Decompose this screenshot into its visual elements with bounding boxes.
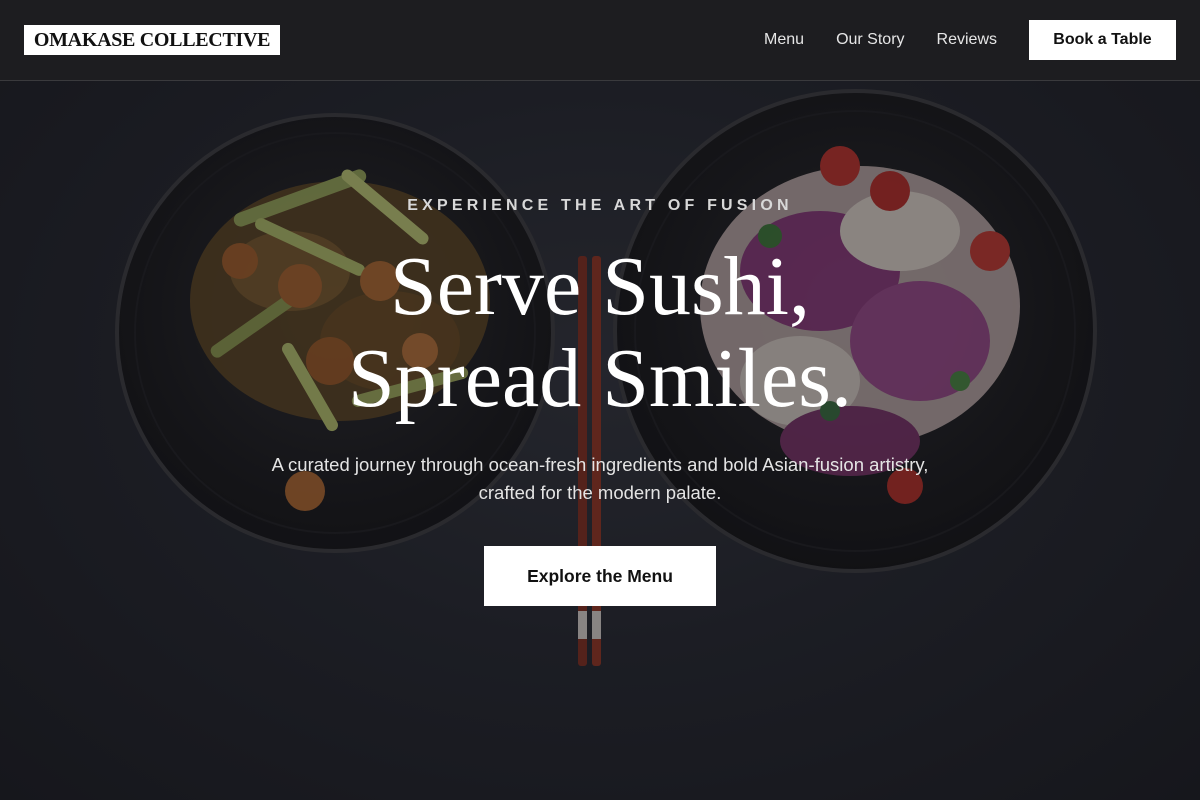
hero-headline: Serve Sushi, Spread Smiles. [0, 241, 1200, 425]
main-nav: Menu Our Story Reviews Book a Table [764, 20, 1176, 60]
hero-headline-line-1: Serve Sushi, [390, 240, 810, 333]
hero-headline-line-2: Spread Smiles. [348, 332, 852, 425]
hero-eyebrow: EXPERIENCE THE ART OF FUSION [407, 197, 793, 214]
site-header: OMAKASE COLLECTIVE Menu Our Story Review… [0, 0, 1200, 81]
book-table-button[interactable]: Book a Table [1029, 20, 1176, 60]
explore-menu-button[interactable]: Explore the Menu [484, 546, 716, 606]
nav-link-our-story[interactable]: Our Story [836, 20, 904, 60]
nav-link-reviews[interactable]: Reviews [937, 20, 997, 60]
landing-page: OMAKASE COLLECTIVE Menu Our Story Review… [0, 0, 1200, 800]
hero-section: EXPERIENCE THE ART OF FUSION Serve Sushi… [0, 81, 1200, 800]
brand-logo[interactable]: OMAKASE COLLECTIVE [24, 25, 280, 55]
hero-subtext: A curated journey through ocean-fresh in… [271, 454, 929, 503]
nav-link-menu[interactable]: Menu [764, 20, 804, 60]
hero-overlay [0, 81, 1200, 800]
